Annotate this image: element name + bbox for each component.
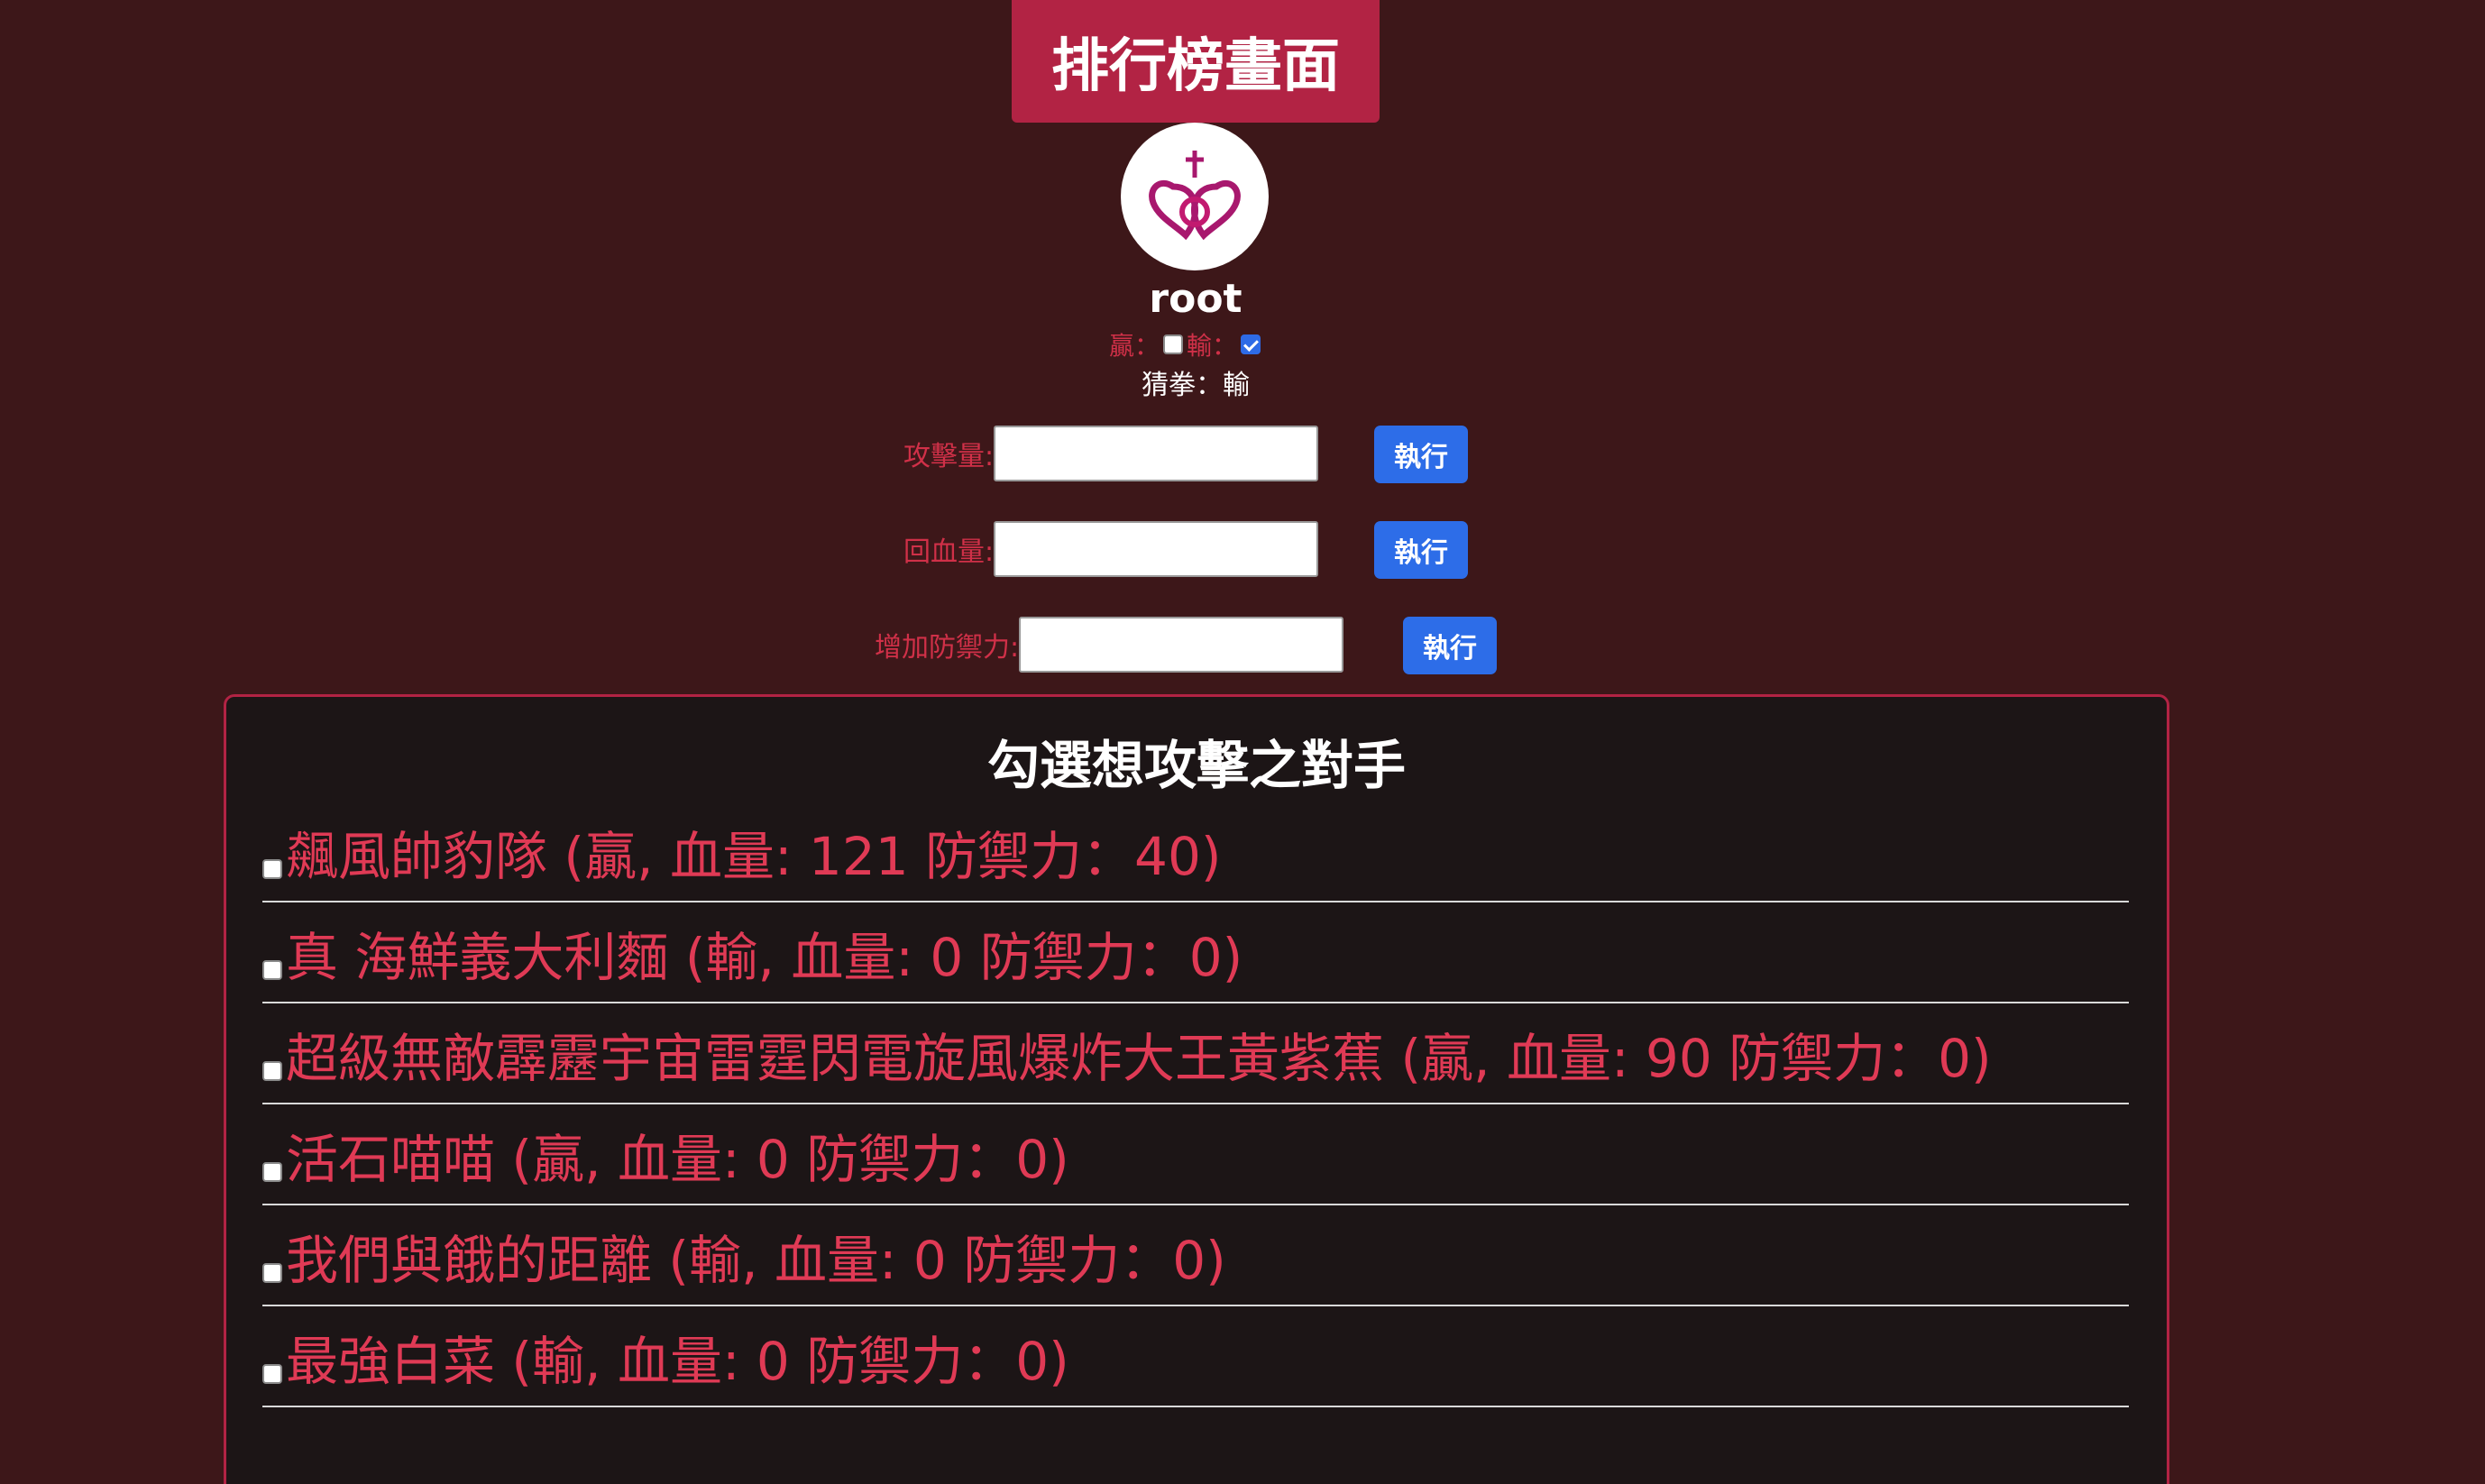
defense-label: 增加防禦力: <box>875 632 1020 664</box>
opponent-label: 超級無敵霹靂宇宙雷霆閃電旋風爆炸大王黃紫蕉 (贏, 血量: 90 防禦力：0) <box>286 1028 1992 1089</box>
opponent-checkbox[interactable] <box>262 1061 282 1081</box>
crowned-hearts-icon <box>1149 151 1241 241</box>
opponent-panel-title: 勾選想攻擊之對手 <box>986 735 1406 796</box>
attack-row: 攻擊量: <box>903 424 1319 483</box>
opponent-checkbox[interactable] <box>262 960 282 980</box>
opponent-item[interactable]: 我們與餓的距離 (輸, 血量: 0 防禦力：0) <box>262 1205 2129 1306</box>
opponent-label: 真 海鮮義大利麵 (輸, 血量: 0 防禦力：0) <box>286 927 1243 988</box>
opponent-item[interactable]: 活石喵喵 (贏, 血量: 0 防禦力：0) <box>262 1104 2129 1205</box>
opponent-checkbox[interactable] <box>262 1364 282 1384</box>
opponent-item[interactable]: 最強白菜 (輸, 血量: 0 防禦力：0) <box>262 1306 2129 1407</box>
rps-result: 猜拳：輸 <box>1142 370 1250 401</box>
opponent-label: 活石喵喵 (贏, 血量: 0 防禦力：0) <box>286 1129 1069 1190</box>
attack-label: 攻擊量: <box>903 441 995 472</box>
opponent-label: 飆風帥豹隊 (贏, 血量: 121 防禦力：40) <box>286 826 1222 887</box>
opponent-checkbox[interactable] <box>262 1162 282 1182</box>
attack-execute-button[interactable]: 執行 <box>1374 426 1468 483</box>
opponent-checkbox[interactable] <box>262 859 282 879</box>
defense-row: 增加防禦力: <box>875 615 1344 674</box>
defense-execute-button[interactable]: 執行 <box>1403 617 1497 674</box>
username: root <box>1149 276 1242 322</box>
avatar <box>1121 123 1269 270</box>
win-checkbox[interactable] <box>1163 334 1184 354</box>
lose-checkbox[interactable] <box>1241 334 1261 354</box>
opponent-item[interactable]: 超級無敵霹靂宇宙雷霆閃電旋風爆炸大王黃紫蕉 (贏, 血量: 90 防禦力：0) <box>262 1003 2129 1104</box>
defense-input[interactable] <box>1019 617 1344 673</box>
win-label: 贏： <box>1109 331 1160 361</box>
opponent-item[interactable]: 飆風帥豹隊 (贏, 血量: 121 防禦力：40) <box>262 802 2129 902</box>
opponent-panel: 勾選想攻擊之對手 飆風帥豹隊 (贏, 血量: 121 防禦力：40) 真 海鮮義… <box>224 694 2169 1484</box>
opponent-label: 我們與餓的距離 (輸, 血量: 0 防禦力：0) <box>286 1230 1226 1291</box>
opponent-checkbox[interactable] <box>262 1263 282 1283</box>
opponent-list: 飆風帥豹隊 (贏, 血量: 121 防禦力：40) 真 海鮮義大利麵 (輸, 血… <box>262 802 2129 1407</box>
leaderboard-button[interactable]: 排行榜畫面 <box>1012 0 1380 123</box>
heal-label: 回血量: <box>903 536 995 568</box>
heal-row: 回血量: <box>903 519 1319 579</box>
opponent-label: 最強白菜 (輸, 血量: 0 防禦力：0) <box>286 1331 1069 1392</box>
opponent-item[interactable]: 真 海鮮義大利麵 (輸, 血量: 0 防禦力：0) <box>262 902 2129 1003</box>
lose-label: 輸： <box>1187 331 1238 361</box>
win-lose-row: 贏： 輸： <box>1109 326 1264 362</box>
heal-input[interactable] <box>994 521 1319 577</box>
heal-execute-button[interactable]: 執行 <box>1374 521 1468 579</box>
attack-input[interactable] <box>994 426 1319 481</box>
